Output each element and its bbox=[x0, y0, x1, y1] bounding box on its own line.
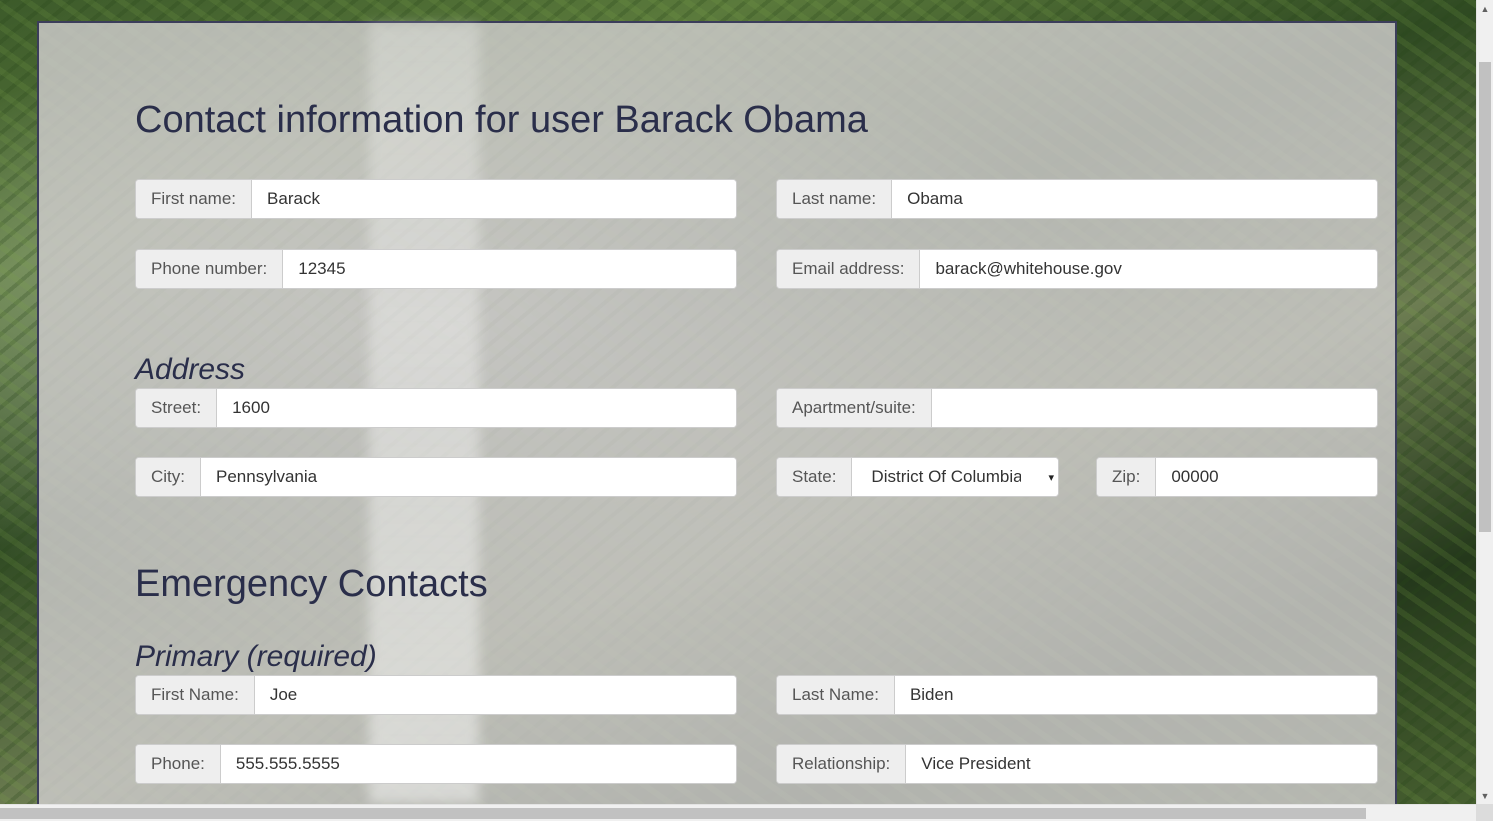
emergency-first-name-input[interactable]: Joe bbox=[254, 676, 736, 714]
first-name-label: First name: bbox=[136, 180, 253, 218]
phone-number-label: Phone number: bbox=[136, 250, 284, 288]
city-label: City: bbox=[136, 458, 201, 496]
emergency-last-name-input[interactable]: Biden bbox=[894, 676, 1377, 714]
relationship-label: Relationship: bbox=[777, 745, 907, 783]
apartment-label: Apartment/suite: bbox=[777, 389, 932, 427]
emergency-phone-input[interactable]: 555.555.5555 bbox=[220, 745, 736, 783]
email-label: Email address: bbox=[777, 250, 921, 288]
last-name-input[interactable]: Obama bbox=[892, 180, 1377, 218]
state-select-value: District Of Columbia bbox=[871, 467, 1022, 486]
zip-group: Zip: 00000 bbox=[1096, 457, 1378, 497]
state-group: State: District Of Columbia ▾ bbox=[776, 457, 1059, 497]
city-input[interactable]: Pennsylvania bbox=[201, 458, 736, 496]
apartment-input[interactable] bbox=[931, 389, 1377, 427]
vertical-scrollbar-thumb[interactable] bbox=[1479, 62, 1491, 532]
apartment-group: Apartment/suite: bbox=[776, 388, 1378, 428]
emergency-last-name-label: Last Name: bbox=[777, 676, 895, 714]
address-heading: Address bbox=[135, 353, 246, 386]
scrollbar-corner bbox=[1476, 804, 1493, 821]
relationship-group: Relationship: Vice President bbox=[776, 744, 1378, 784]
street-group: Street: 1600 bbox=[135, 388, 737, 428]
email-group: Email address: barack@whitehouse.gov bbox=[776, 249, 1378, 289]
phone-number-group: Phone number: 12345 bbox=[135, 249, 737, 289]
street-label: Street: bbox=[136, 389, 218, 427]
primary-contact-heading: Primary (required) bbox=[135, 640, 377, 673]
zip-input[interactable]: 00000 bbox=[1156, 458, 1377, 496]
page-title: Contact information for user Barack Obam… bbox=[135, 99, 868, 141]
scroll-down-icon[interactable]: ▼ bbox=[1477, 787, 1493, 804]
last-name-label: Last name: bbox=[777, 180, 893, 218]
emergency-first-name-group: First Name: Joe bbox=[135, 675, 737, 715]
phone-number-input[interactable]: 12345 bbox=[283, 250, 736, 288]
contact-panel: Contact information for user Barack Obam… bbox=[37, 21, 1397, 821]
street-input[interactable]: 1600 bbox=[217, 389, 736, 427]
horizontal-scrollbar-thumb[interactable] bbox=[0, 808, 1366, 819]
last-name-group: Last name: Obama bbox=[776, 179, 1378, 219]
emergency-phone-group: Phone: 555.555.5555 bbox=[135, 744, 737, 784]
relationship-input[interactable]: Vice President bbox=[906, 745, 1377, 783]
city-group: City: Pennsylvania bbox=[135, 457, 737, 497]
first-name-input[interactable]: Barack bbox=[252, 180, 736, 218]
emergency-contacts-heading: Emergency Contacts bbox=[135, 563, 488, 605]
emergency-last-name-group: Last Name: Biden bbox=[776, 675, 1378, 715]
first-name-group: First name: Barack bbox=[135, 179, 737, 219]
horizontal-scrollbar[interactable] bbox=[0, 804, 1476, 821]
emergency-phone-label: Phone: bbox=[136, 745, 221, 783]
zip-label: Zip: bbox=[1097, 458, 1157, 496]
emergency-first-name-label: First Name: bbox=[136, 676, 255, 714]
state-label: State: bbox=[777, 458, 853, 496]
vertical-scrollbar[interactable]: ▲ ▼ bbox=[1476, 0, 1493, 804]
email-input[interactable]: barack@whitehouse.gov bbox=[920, 250, 1377, 288]
scroll-up-icon[interactable]: ▲ bbox=[1477, 0, 1493, 17]
state-select[interactable]: District Of Columbia ▾ bbox=[852, 458, 1058, 496]
chevron-down-icon: ▾ bbox=[1048, 471, 1054, 484]
